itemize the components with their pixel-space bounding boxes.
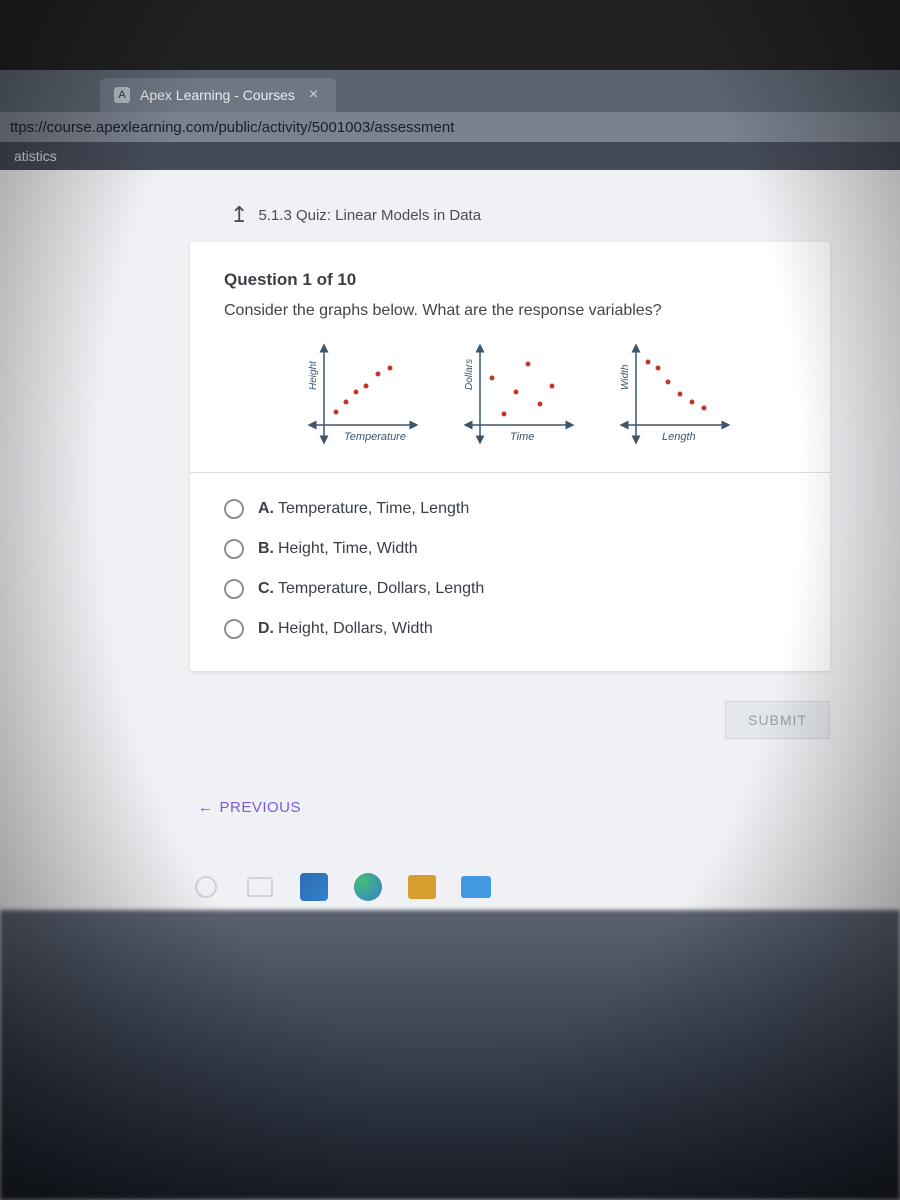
- graph-1: Height Temperature: [294, 340, 424, 450]
- url-text: ttps://course.apexlearning.com/public/ac…: [10, 119, 454, 136]
- mail-icon[interactable]: [460, 871, 492, 903]
- question-prompt: Consider the graphs below. What are the …: [224, 302, 796, 320]
- svg-text:Length: Length: [662, 431, 696, 443]
- arrow-left-icon: ←: [198, 799, 214, 816]
- course-topbar: atistics: [0, 142, 900, 170]
- tab-title: Apex Learning - Courses: [140, 87, 295, 103]
- answer-option-a[interactable]: A.Temperature, Time, Length: [224, 499, 796, 519]
- answer-option-b[interactable]: B.Height, Time, Width: [224, 539, 796, 559]
- submit-button[interactable]: SUBMIT: [725, 701, 830, 739]
- radio-icon[interactable]: [224, 619, 244, 639]
- task-view-icon[interactable]: [244, 871, 276, 903]
- graph-3: Width Length: [606, 340, 736, 450]
- quiz-title: 5.1.3 Quiz: Linear Models in Data: [258, 207, 481, 224]
- previous-label: PREVIOUS: [220, 799, 302, 816]
- close-tab-icon[interactable]: ×: [305, 86, 322, 104]
- radio-icon[interactable]: [224, 499, 244, 519]
- svg-text:Height: Height: [308, 360, 319, 390]
- svg-text:Temperature: Temperature: [344, 431, 406, 443]
- question-card: Question 1 of 10 Consider the graphs bel…: [190, 242, 830, 671]
- answer-list: A.Temperature, Time, Length B.Height, Ti…: [224, 499, 796, 639]
- answer-label: B.Height, Time, Width: [258, 540, 418, 558]
- desk-surface: [0, 910, 900, 1200]
- answer-option-d[interactable]: D.Height, Dollars, Width: [224, 619, 796, 639]
- windows-taskbar: [170, 864, 900, 910]
- answer-option-c[interactable]: C.Temperature, Dollars, Length: [224, 579, 796, 599]
- previous-button[interactable]: ← PREVIOUS: [198, 799, 301, 816]
- answer-label: C.Temperature, Dollars, Length: [258, 580, 484, 598]
- answer-label: D.Height, Dollars, Width: [258, 620, 433, 638]
- file-explorer-icon[interactable]: [406, 871, 438, 903]
- site-favicon-icon: A: [114, 87, 130, 103]
- quiz-header: ↥ 5.1.3 Quiz: Linear Models in Data: [190, 180, 890, 242]
- divider: [190, 472, 830, 473]
- answer-label: A.Temperature, Time, Length: [258, 500, 469, 518]
- edge-browser-icon[interactable]: [352, 871, 384, 903]
- svg-text:Width: Width: [620, 364, 631, 390]
- browser-tab-strip: A Apex Learning - Courses ×: [0, 70, 900, 112]
- microsoft-store-icon[interactable]: [298, 871, 330, 903]
- submit-area: SUBMIT: [190, 701, 830, 739]
- course-name: atistics: [14, 148, 57, 164]
- browser-tab[interactable]: A Apex Learning - Courses ×: [100, 78, 336, 112]
- back-arrow-icon[interactable]: ↥: [230, 204, 248, 226]
- radio-icon[interactable]: [224, 579, 244, 599]
- previous-area: ← PREVIOUS: [190, 799, 890, 817]
- svg-text:Time: Time: [510, 431, 534, 443]
- graphs-row: Height Temperature: [294, 340, 796, 450]
- radio-icon[interactable]: [224, 539, 244, 559]
- address-bar[interactable]: ttps://course.apexlearning.com/public/ac…: [0, 112, 900, 142]
- svg-text:Dollars: Dollars: [464, 359, 475, 390]
- graph-2: Dollars Time: [450, 340, 580, 450]
- question-number: Question 1 of 10: [224, 270, 796, 290]
- cortana-icon[interactable]: [190, 871, 222, 903]
